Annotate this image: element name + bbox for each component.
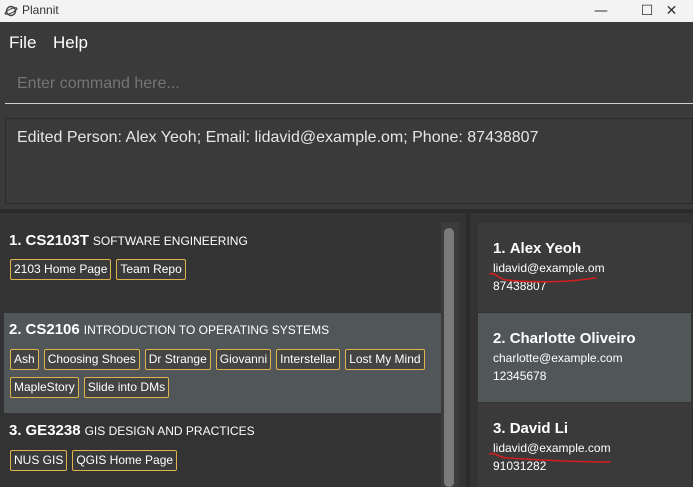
- person-name-line: 1. Alex Yeoh: [493, 240, 581, 257]
- module-index: 2.: [9, 321, 22, 338]
- module-tag: 2103 Home Page: [10, 259, 112, 280]
- person-name: Charlotte Oliveiro: [509, 330, 636, 347]
- menu-file[interactable]: File: [9, 33, 36, 53]
- command-input[interactable]: [17, 75, 677, 93]
- module-tags: NUS GIS QGIS Home Page: [10, 450, 178, 471]
- red-underline-annotation: [489, 452, 611, 463]
- person-name: David Li: [509, 420, 569, 437]
- person-index: 2.: [493, 330, 506, 347]
- module-title: 2. CS2106 INTRODUCTION TO OPERATING SYSTEM…: [9, 321, 329, 339]
- module-tags: Ash Choosing Shoes Dr Strange Giovanni I…: [10, 349, 425, 370]
- minimize-button[interactable]: —: [578, 0, 624, 22]
- module-tag: Ash: [10, 349, 39, 370]
- module-card[interactable]: 1. CS2103T SOFTWARE ENGINEERING 2103 Home …: [4, 222, 441, 312]
- red-underline-annotation: [489, 272, 597, 283]
- module-tag: Giovanni: [215, 349, 272, 370]
- person-email: charlotte@example.com: [493, 351, 623, 365]
- module-list: 1. CS2103T SOFTWARE ENGINEERING 2103 Home …: [4, 222, 441, 487]
- person-card[interactable]: 2. Charlotte Oliveiro charlotte@example.…: [478, 313, 691, 402]
- module-code: GE3238: [25, 422, 81, 439]
- module-tag: Dr Strange: [144, 349, 211, 370]
- module-name: SOFTWARE ENGINEERING: [92, 234, 248, 248]
- module-index: 1.: [9, 232, 22, 249]
- person-name: Alex Yeoh: [509, 240, 582, 257]
- module-tag: Interstellar: [276, 349, 341, 370]
- module-tag: QGIS Home Page: [72, 450, 178, 471]
- person-name-line: 3. David Li: [493, 420, 568, 437]
- module-title: 3. GE3238 GIS DESIGN AND PRACTICES: [9, 422, 255, 440]
- command-box: [5, 64, 693, 104]
- module-card[interactable]: 3. GE3238 GIS DESIGN AND PRACTICES NUS GIS…: [4, 413, 441, 487]
- minimize-icon: —: [594, 3, 608, 19]
- module-tag: Slide into DMs: [83, 377, 170, 398]
- module-tags-row-2: MapleStory Slide into DMs: [10, 377, 170, 398]
- person-phone: 12345678: [493, 369, 547, 383]
- module-tag: NUS GIS: [10, 450, 68, 471]
- module-tag: Choosing Shoes: [43, 349, 140, 370]
- window-title: Plannit: [22, 3, 59, 17]
- person-card[interactable]: 3. David Li lidavid@example.com 91031282: [478, 403, 691, 487]
- result-display: Edited Person: Alex Yeoh; Email: lidavid…: [5, 118, 693, 204]
- module-list-panel: 1. CS2103T SOFTWARE ENGINEERING 2103 Home …: [0, 213, 466, 487]
- person-index: 3.: [493, 420, 506, 437]
- close-button[interactable]: ✕: [650, 0, 693, 22]
- close-icon: ✕: [665, 3, 678, 19]
- module-name: INTRODUCTION TO OPERATING SYSTEMS: [83, 323, 330, 337]
- person-name-line: 2. Charlotte Oliveiro: [493, 330, 636, 347]
- planet-icon: [4, 5, 18, 17]
- person-index: 1.: [493, 240, 506, 257]
- module-tag: MapleStory: [10, 377, 79, 398]
- module-tags: 2103 Home Page Team Repo: [10, 259, 186, 280]
- menu-bar: File Help: [0, 24, 693, 61]
- module-tag: Team Repo: [116, 259, 186, 280]
- module-title: 1. CS2103T SOFTWARE ENGINEERING: [9, 232, 248, 250]
- module-card[interactable]: 2. CS2106 INTRODUCTION TO OPERATING SYSTEM…: [4, 313, 441, 413]
- person-card[interactable]: 1. Alex Yeoh lidavid@example.om 87438807: [478, 223, 691, 312]
- menu-help[interactable]: Help: [53, 33, 88, 53]
- title-bar: Plannit — ☐ ✕: [0, 0, 693, 22]
- module-code: CS2106: [25, 321, 80, 338]
- module-code: CS2103T: [25, 232, 89, 249]
- module-index: 3.: [9, 422, 22, 439]
- module-tag: Lost My Mind: [345, 349, 425, 370]
- result-text: Edited Person: Alex Yeoh; Email: lidavid…: [17, 129, 539, 146]
- module-name: GIS DESIGN AND PRACTICES: [84, 424, 255, 438]
- person-list-panel: 1. Alex Yeoh lidavid@example.om 87438807…: [470, 213, 693, 487]
- module-list-scroll-thumb[interactable]: [444, 228, 454, 487]
